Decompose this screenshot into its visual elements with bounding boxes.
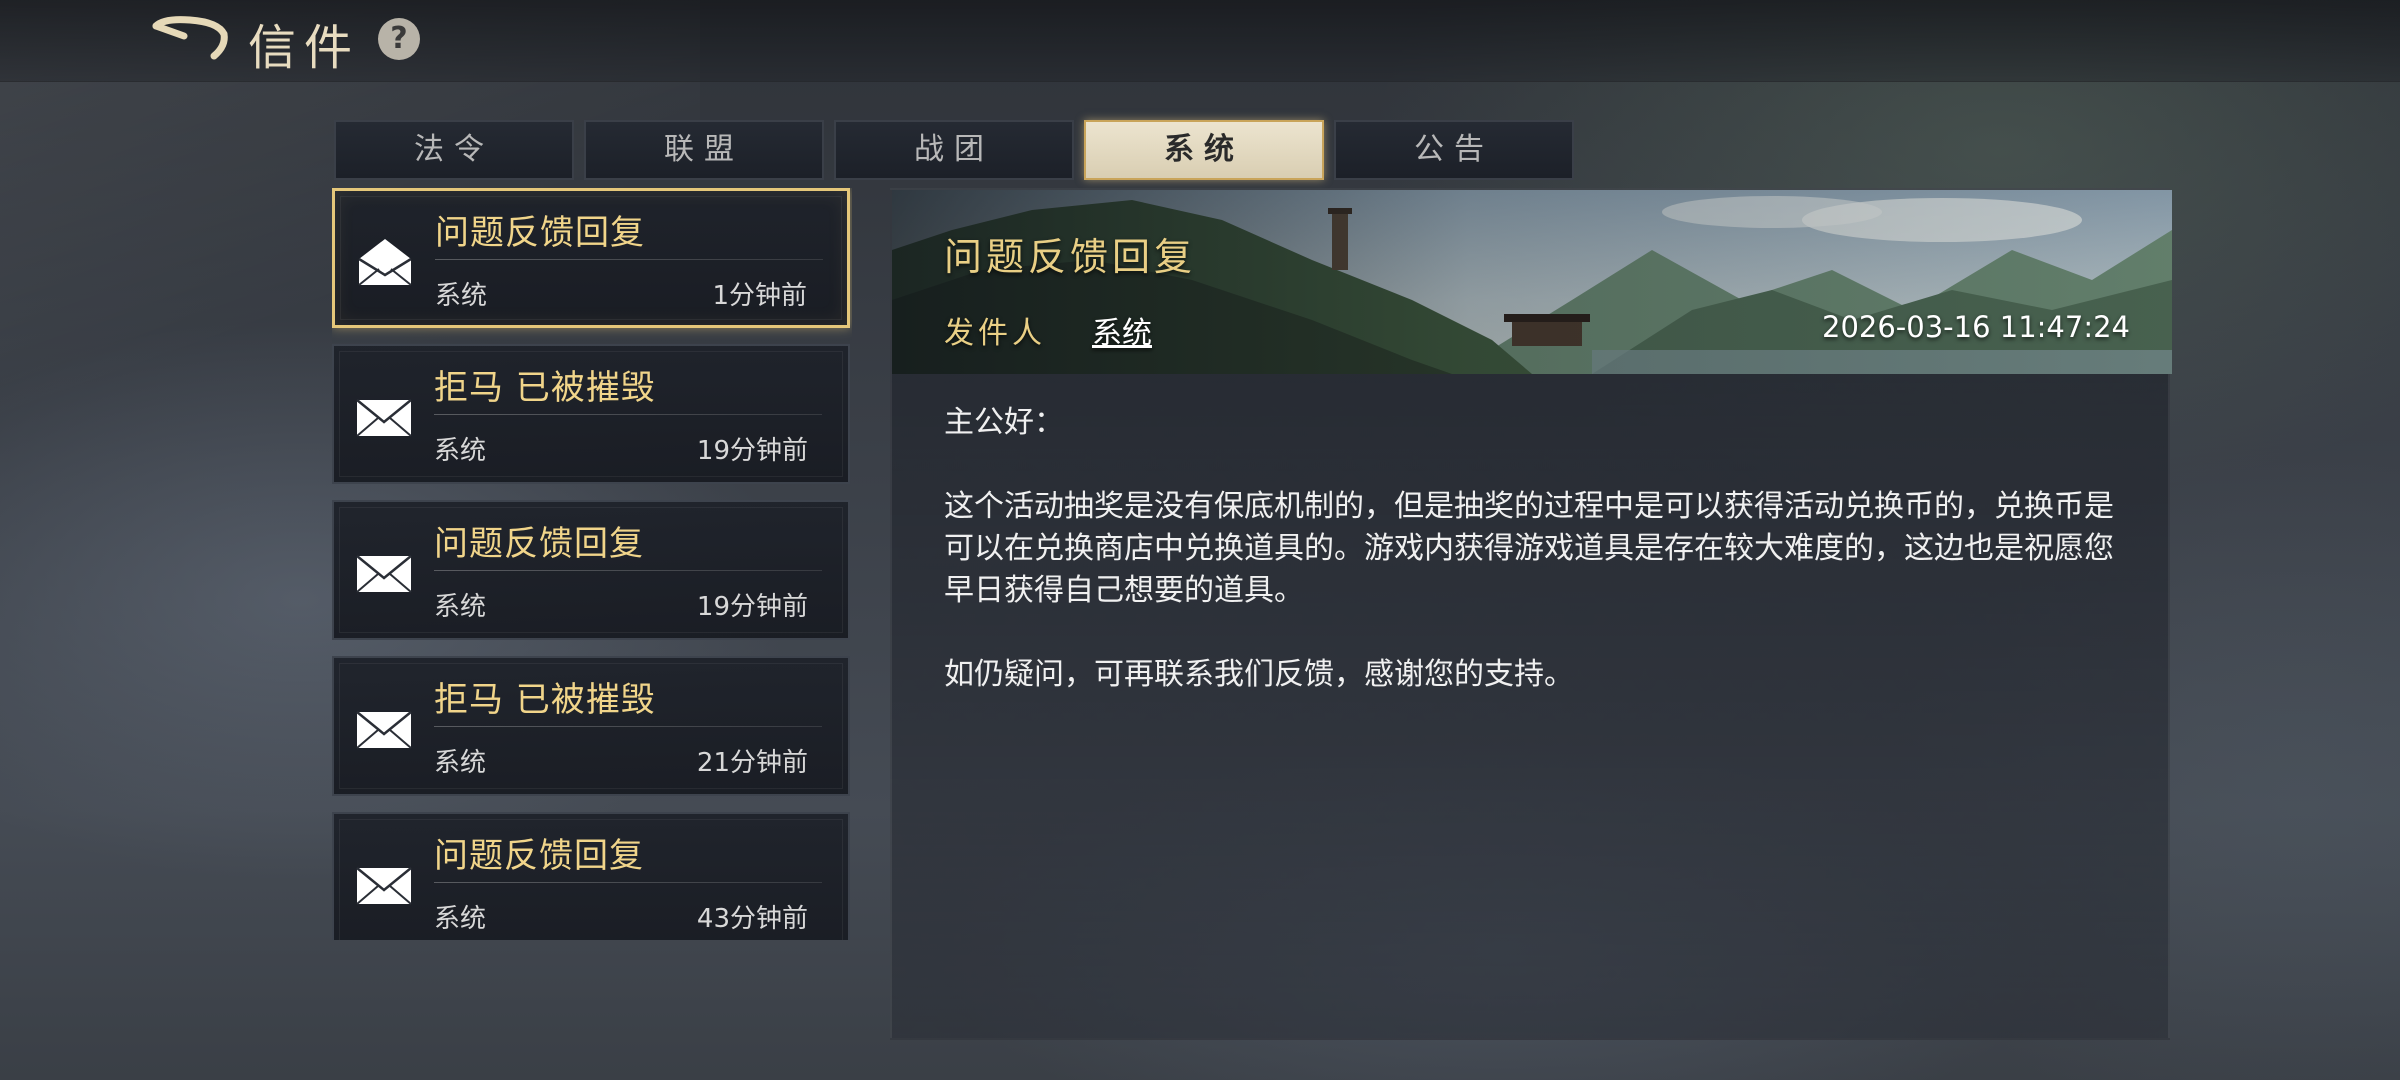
mail-time: 43分钟前 <box>696 904 808 934</box>
tab-announcement[interactable]: 公告 <box>1334 120 1574 180</box>
mail-body-paragraph: 如仍疑问，可再联系我们反馈，感谢您的支持。 <box>944 657 1574 692</box>
mail-title: 拒马 已被摧毁 <box>434 368 656 408</box>
mail-item[interactable]: 拒马 已被摧毁 系统 21分钟前 <box>332 656 850 796</box>
envelope-icon <box>356 711 412 749</box>
open-envelope-icon <box>358 239 412 286</box>
envelope-icon <box>356 867 412 905</box>
sender-name-link[interactable]: 系统 <box>1092 308 1152 352</box>
mail-time: 19分钟前 <box>696 436 808 466</box>
mail-item[interactable]: 拒马 已被摧毁 系统 19分钟前 <box>332 344 850 484</box>
divider <box>434 882 822 883</box>
mail-body: 主公好： 这个活动抽奖是没有保底机制的，但是抽奖的过程中是可以获得活动兑换币的，… <box>944 402 2134 738</box>
mail-sender: 系统 <box>434 592 487 622</box>
mail-sender: 系统 <box>434 904 487 934</box>
help-button[interactable]: ? <box>378 18 420 60</box>
mail-title: 拒马 已被摧毁 <box>434 680 656 720</box>
mail-time: 21分钟前 <box>696 748 808 778</box>
tab-decree[interactable]: 法令 <box>334 120 574 180</box>
divider <box>434 726 822 727</box>
sent-timestamp: 2026-03-16 11:47:24 <box>1822 310 2130 344</box>
tab-system[interactable]: 系统 <box>1084 120 1324 180</box>
mail-sender: 系统 <box>434 748 487 778</box>
divider <box>434 570 822 571</box>
question-icon: ? <box>390 21 408 56</box>
mail-time: 19分钟前 <box>696 592 808 622</box>
mail-detail-title: 问题反馈回复 <box>944 235 1197 279</box>
sender-label: 发件人 <box>944 316 1046 351</box>
mail-time: 1分钟前 <box>712 281 807 311</box>
mail-body-paragraph: 这个活动抽奖是没有保底机制的，但是抽奖的过程中是可以获得活动兑换币的，兑换币是可… <box>944 489 2114 608</box>
back-arrow-icon <box>152 16 228 60</box>
mail-list[interactable]: 问题反馈回复 系统 1分钟前 拒马 已被摧毁 系统 19分钟前 问题反馈回复 系… <box>332 188 852 940</box>
mail-banner: 问题反馈回复 发件人 系统 2026-03-16 11:47:24 <box>892 190 2172 374</box>
mail-item[interactable]: 问题反馈回复 系统 43分钟前 <box>332 812 850 940</box>
tab-alliance[interactable]: 联盟 <box>584 120 824 180</box>
page-title: 信件 <box>248 20 361 76</box>
mail-sender: 系统 <box>434 436 487 466</box>
envelope-icon <box>356 555 412 593</box>
divider <box>435 259 823 260</box>
mail-title: 问题反馈回复 <box>434 836 644 876</box>
back-button[interactable] <box>150 14 230 66</box>
mail-sender: 系统 <box>435 281 488 311</box>
tab-legion[interactable]: 战团 <box>834 120 1074 180</box>
mail-title: 问题反馈回复 <box>435 213 645 253</box>
mail-title: 问题反馈回复 <box>434 524 644 564</box>
mail-item[interactable]: 问题反馈回复 系统 19分钟前 <box>332 500 850 640</box>
envelope-icon <box>356 399 412 437</box>
mail-body-paragraph: 主公好： <box>944 405 1064 440</box>
landscape-banner-image <box>892 190 2172 374</box>
divider <box>434 414 822 415</box>
mail-item[interactable]: 问题反馈回复 系统 1分钟前 <box>332 188 850 328</box>
top-bar: 信件 ? <box>0 0 2400 82</box>
mail-detail-panel: 问题反馈回复 发件人 系统 2026-03-16 11:47:24 主公好： 这… <box>890 188 2172 1040</box>
